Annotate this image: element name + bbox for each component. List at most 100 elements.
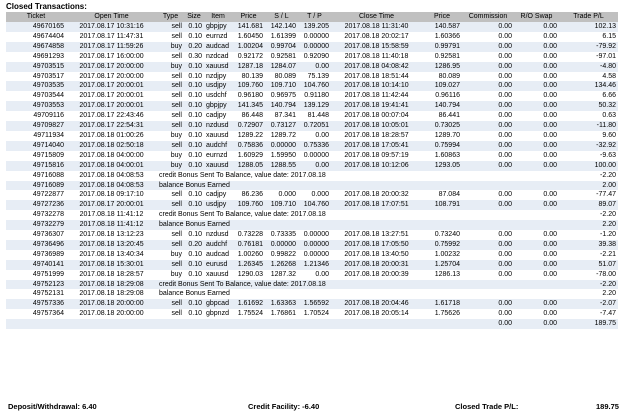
commission-cell: 0.00 xyxy=(462,31,514,42)
price-cell: 0.92172 xyxy=(232,51,265,62)
open-time-cell: 2017.08.18 04:00:01 xyxy=(66,160,157,171)
close-time-cell: 2017.08.18 10:05:01 xyxy=(331,121,422,131)
table-row: 49736989 2017.08.18 13:40:34 buy 0.10 audcad… xyxy=(6,249,618,260)
size-cell: 0.20 xyxy=(184,239,204,250)
note-text-cell: balance Bonus Earned xyxy=(157,180,559,191)
ticket-cell: 49703544 xyxy=(6,91,66,102)
trade-pl-cell: -77.47 xyxy=(559,190,618,201)
commission-cell: 0.00 xyxy=(462,41,514,52)
close-time-cell: 2017.08.18 11:31:40 xyxy=(331,22,422,32)
commission-cell: 0.00 xyxy=(462,239,514,250)
trade-pl-cell: -97.01 xyxy=(559,51,618,62)
ticket-cell: 49736496 xyxy=(6,239,66,250)
stop-loss-cell: 1.76861 xyxy=(265,309,298,320)
table-row: 49757364 2017.08.18 20:00:00 sell 0.10 gbpnz… xyxy=(6,309,618,320)
commission-cell: 0.00 xyxy=(462,140,514,151)
stop-loss-cell: 0.00000 xyxy=(265,140,298,151)
commission-cell: 0.00 xyxy=(462,200,514,211)
type-cell: sell xyxy=(157,31,184,42)
close-price-cell: 0.96116 xyxy=(422,91,462,102)
open-time-cell: 2017.08.18 13:20:45 xyxy=(66,239,157,250)
commission-cell: 0.00 xyxy=(462,299,514,310)
swap-cell: 0.00 xyxy=(514,249,559,260)
swap-cell: 0.00 xyxy=(514,121,559,131)
commission-cell: 0.00 xyxy=(462,81,514,92)
ticket-cell: 49709827 xyxy=(6,121,66,131)
balance-note-row: 49732278 2017.08.18 11:41:12 credit Bonus … xyxy=(6,210,618,221)
balance-note-row: 49716088 2017.08.18 04:08:53 credit Bonus … xyxy=(6,170,618,181)
type-cell: sell xyxy=(157,309,184,320)
price-cell: 141.345 xyxy=(232,101,265,112)
item-cell: eurusd xyxy=(204,259,232,270)
trade-pl-cell: -9.63 xyxy=(559,150,618,161)
type-cell: sell xyxy=(157,111,184,122)
close-price-cell: 1289.70 xyxy=(422,130,462,141)
trade-pl-cell: 102.13 xyxy=(559,22,618,32)
ticket-cell: 49714040 xyxy=(6,140,66,151)
swap-cell: 0.00 xyxy=(514,22,559,32)
open-time-cell: 2017.08.18 11:41:12 xyxy=(66,210,157,221)
trade-pl-cell: 9.60 xyxy=(559,130,618,141)
credit-facility: Credit Facility: -6.40 xyxy=(248,402,320,411)
stop-loss-cell: 1.63363 xyxy=(265,299,298,310)
type-cell: buy xyxy=(157,61,184,72)
close-price-cell: 0.75994 xyxy=(422,140,462,151)
ticket-cell: 49711934 xyxy=(6,130,66,141)
column-header: Price xyxy=(232,12,265,22)
item-cell: nzdcad xyxy=(204,51,232,62)
column-header: Size xyxy=(184,12,204,22)
open-time-cell: 2017.08.18 04:08:53 xyxy=(66,170,157,181)
trade-pl-cell: -1.20 xyxy=(559,230,618,240)
item-cell: xauusd xyxy=(204,160,232,171)
balance-note-row: 49716089 2017.08.18 04:08:53 balance Bonus… xyxy=(6,180,618,191)
ticket-cell: 49732278 xyxy=(6,210,66,221)
table-row: 49736496 2017.08.18 13:20:45 sell 0.20 audch… xyxy=(6,239,618,250)
open-time-cell: 2017.08.18 02:50:18 xyxy=(66,140,157,151)
ticket-cell: 49740141 xyxy=(6,259,66,270)
close-price-cell: 140.587 xyxy=(422,22,462,32)
ticket-cell: 49715809 xyxy=(6,150,66,161)
close-price-cell: 1.60366 xyxy=(422,31,462,42)
close-price-cell: 80.089 xyxy=(422,71,462,82)
item-cell: audcad xyxy=(204,41,232,52)
column-header: Open Time xyxy=(66,12,157,22)
trade-pl-cell: -2.20 xyxy=(559,170,618,181)
swap-cell: 0.00 xyxy=(514,230,559,240)
item-cell: xauusd xyxy=(204,61,232,72)
item-cell: usdchf xyxy=(204,91,232,102)
ticket-cell: 49703517 xyxy=(6,71,66,82)
price-cell: 0.96180 xyxy=(232,91,265,102)
close-time-cell: 2017.08.18 18:51:44 xyxy=(331,71,422,82)
close-time-cell: 2017.08.18 20:00:31 xyxy=(331,259,422,270)
balance-note-row: 49732279 2017.08.18 11:41:12 balance Bonus… xyxy=(6,220,618,231)
ticket-cell: 49703515 xyxy=(6,61,66,72)
total-pl-cell: 189.75 xyxy=(559,319,618,330)
type-cell: sell xyxy=(157,51,184,62)
price-cell: 0.72907 xyxy=(232,121,265,131)
column-header: Item xyxy=(204,12,232,22)
close-price-cell: 0.73240 xyxy=(422,230,462,240)
stop-loss-cell: 109.710 xyxy=(265,81,298,92)
type-cell: buy xyxy=(157,269,184,280)
ticket-cell: 49732279 xyxy=(6,220,66,231)
item-cell: nzdusd xyxy=(204,230,232,240)
item-cell: nzdusd xyxy=(204,121,232,131)
close-time-cell: 2017.08.18 19:41:41 xyxy=(331,101,422,112)
table-row: 49703535 2017.08.17 20:00:01 sell 0.10 usdjp… xyxy=(6,81,618,92)
stop-loss-cell: 0.99822 xyxy=(265,249,298,260)
note-text-cell: credit Bonus Sent To Balance, value date… xyxy=(157,279,559,290)
price-cell: 0.75836 xyxy=(232,140,265,151)
table-row: 49674858 2017.08.17 11:59:26 buy 0.20 audcad… xyxy=(6,41,618,52)
commission-cell: 0.00 xyxy=(462,51,514,62)
close-time-cell: 2017.08.18 17:05:50 xyxy=(331,239,422,250)
type-cell: buy xyxy=(157,160,184,171)
close-time-cell: 2017.08.18 20:02:17 xyxy=(331,31,422,42)
swap-cell: 0.00 xyxy=(514,101,559,112)
balance-note-row: 49752123 2017.08.18 18:29:08 credit Bonus … xyxy=(6,279,618,290)
total-swap-cell: 0.00 xyxy=(514,319,559,330)
size-cell: 0.10 xyxy=(184,31,204,42)
table-row: 49703553 2017.08.17 20:00:01 sell 0.10 gbpjp… xyxy=(6,101,618,112)
ticket-cell: 49757336 xyxy=(6,299,66,310)
swap-cell: 0.00 xyxy=(514,190,559,201)
swap-cell: 0.00 xyxy=(514,150,559,161)
